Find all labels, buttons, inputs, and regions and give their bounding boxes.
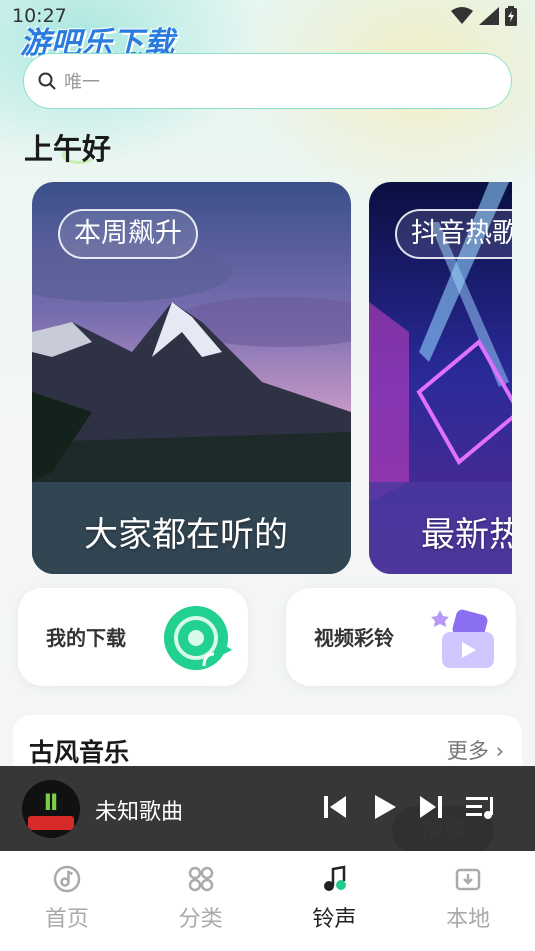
svg-text:Ⅱ: Ⅱ [44,791,59,816]
mini-player[interactable]: Ⅱ 未知歌曲 [0,766,535,851]
search-bar[interactable]: 唯一 [23,53,512,109]
tab-ringtone[interactable]: 铃声 [268,851,402,951]
tab-label: 本地 [446,907,491,932]
signal-icon [479,7,499,25]
card-tag: 抖音热歌 [395,209,512,259]
card-tag: 本周飙升 [58,209,198,259]
battery-icon [505,6,517,26]
section-title: 古风音乐 [29,738,130,767]
tab-category[interactable]: 分类 [134,851,268,951]
quick-label: 视频彩铃 [314,626,394,650]
music-note-icon [53,865,81,893]
playlist-card-weekly[interactable]: 本周飙升 大家都在听的 [32,182,351,574]
playlist-carousel[interactable]: 本周飙升 大家都在听的 抖音热歌 最新热歌 [0,182,512,574]
tab-label: 首页 [44,907,89,932]
grid-icon [188,866,213,892]
tab-local[interactable]: 本地 [401,851,535,951]
search-placeholder: 唯一 [64,72,100,93]
search-icon [38,72,56,90]
player-cover[interactable]: Ⅱ [22,780,80,838]
bottom-tab-bar: 首页 分类 铃声 本地 [0,851,535,951]
card-caption: 大家都在听的 [84,515,288,555]
video-ringtone-icon [431,609,494,668]
next-icon[interactable] [418,793,444,821]
card-caption: 最新热歌 [421,515,512,555]
song-title: 未知歌曲 [95,800,184,825]
play-icon[interactable] [372,793,398,821]
download-disc-icon [164,606,232,670]
ringtone-icon [324,865,347,891]
quick-label: 我的下载 [46,626,126,650]
chevron-right-icon: › [495,739,504,763]
my-downloads-button[interactable]: 我的下载 [18,588,248,686]
video-ringtone-button[interactable]: 视频彩铃 [286,588,516,686]
cover-art-icon: Ⅱ [22,780,80,838]
greeting-title: 上午好 [24,132,112,166]
tab-home[interactable]: 首页 [0,851,134,951]
tab-label: 铃声 [312,907,357,932]
status-icons [451,6,517,26]
tab-label: 分类 [178,907,223,932]
playlist-card-douyin[interactable]: 抖音热歌 最新热歌 [369,182,512,574]
playlist-icon[interactable] [465,793,497,821]
more-label: 更多 [446,739,489,763]
wifi-icon [451,7,473,24]
previous-icon[interactable] [322,793,348,821]
section-more-link[interactable]: 更多 › [447,735,504,765]
local-folder-icon [455,868,481,891]
